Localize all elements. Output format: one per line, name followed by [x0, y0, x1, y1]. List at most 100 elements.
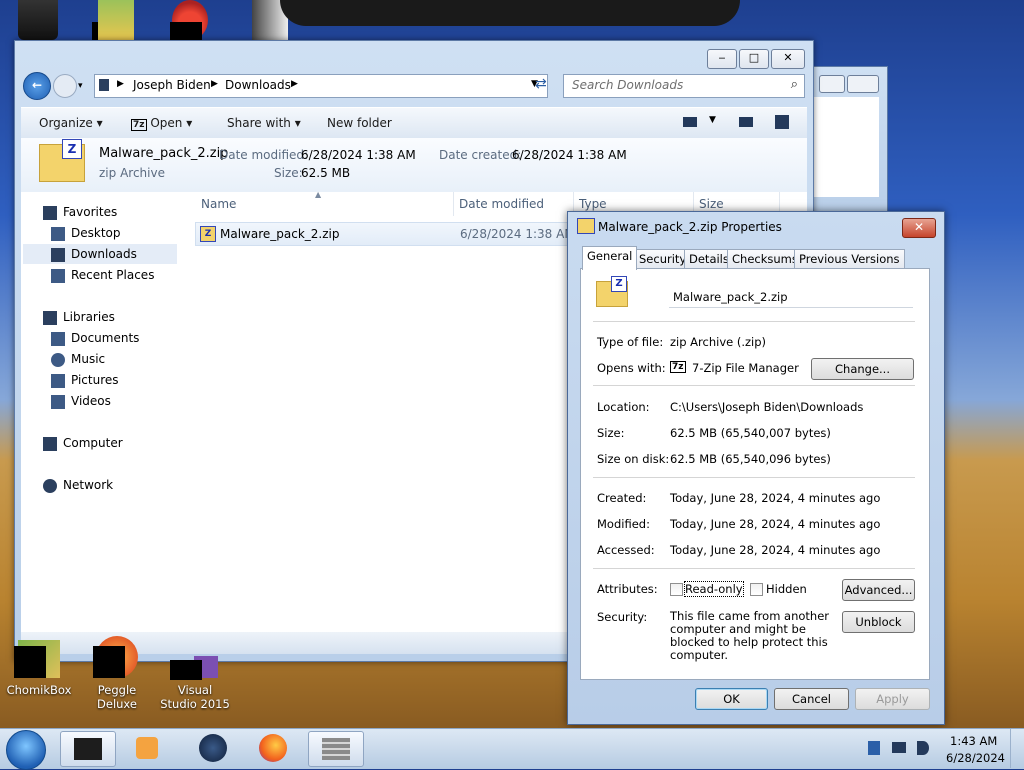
share-with-button[interactable]: Share with ▾: [227, 116, 301, 130]
redacted-icon: [170, 22, 202, 40]
search-icon[interactable]: ⌕: [791, 77, 798, 92]
desktop-icon: [51, 226, 65, 241]
details-file-type: zip Archive: [99, 166, 165, 180]
tray-monitor-icon[interactable]: [892, 742, 906, 753]
opens-with-value: 7-Zip File Manager: [692, 361, 799, 375]
window-title-glow: [280, 0, 740, 26]
recent-pages-icon[interactable]: ▾: [78, 81, 83, 91]
search-placeholder: Search Downloads: [572, 78, 684, 92]
archive-icon: [322, 738, 350, 760]
ok-button[interactable]: OK: [695, 688, 768, 710]
taskbar-firefox-button[interactable]: [246, 731, 300, 765]
cancel-button[interactable]: Cancel: [774, 688, 849, 710]
taskbar-explorer-button[interactable]: [60, 731, 116, 767]
taskbar-media-button[interactable]: [122, 731, 176, 765]
nav-computer[interactable]: Computer: [43, 433, 123, 453]
view-options-icon[interactable]: [683, 117, 697, 127]
readonly-checkbox[interactable]: [670, 583, 683, 596]
tray-volume-icon[interactable]: [917, 741, 929, 755]
nav-network[interactable]: Network: [43, 475, 113, 495]
minimize-button[interactable]: ‒: [707, 49, 737, 69]
refresh-icon[interactable]: ⇄: [535, 76, 547, 92]
taskbar-properties-button[interactable]: [308, 731, 364, 767]
hidden-checkbox[interactable]: [750, 583, 763, 596]
media-player-icon: [136, 737, 158, 759]
preview-pane-icon[interactable]: [739, 117, 753, 127]
breadcrumb-separator-icon[interactable]: ▶: [117, 79, 124, 89]
clock-date[interactable]: 6/28/2024: [946, 751, 1005, 765]
search-input[interactable]: Search Downloads ⌕: [563, 74, 805, 98]
breadcrumb-separator-icon[interactable]: ▶: [291, 79, 298, 89]
nav-desktop[interactable]: Desktop: [51, 223, 121, 243]
background-window-content: [813, 97, 879, 197]
organize-button[interactable]: Organize ▾: [39, 116, 103, 130]
details-size-label: Size:: [274, 166, 303, 180]
breadcrumb-joseph-biden[interactable]: Joseph Biden: [133, 78, 211, 92]
nav-videos[interactable]: Videos: [51, 391, 111, 411]
redacted-icon: [14, 646, 46, 678]
created-value: Today, June 28, 2024, 4 minutes ago: [670, 491, 881, 505]
zip-folder-icon: [577, 218, 595, 234]
details-pane: Z Malware_pack_2.zip zip Archive Date mo…: [21, 138, 807, 192]
type-value: zip Archive (.zip): [670, 335, 767, 349]
background-window[interactable]: [812, 66, 888, 218]
zip-folder-icon: Z: [39, 139, 85, 182]
show-desktop-button[interactable]: [1010, 729, 1024, 768]
view-dropdown-icon[interactable]: ▼: [709, 115, 716, 125]
accessed-label: Accessed:: [597, 543, 655, 557]
tab-previous-versions[interactable]: Previous Versions: [794, 249, 905, 269]
close-button[interactable]: ✕: [771, 49, 805, 69]
properties-dialog[interactable]: Malware_pack_2.zip Properties ✕ General …: [567, 211, 945, 725]
divider: [593, 385, 915, 386]
nav-pictures[interactable]: Pictures: [51, 370, 119, 390]
security-label: Security:: [597, 610, 648, 624]
file-date-modified: 6/28/2024 1:38 AM: [460, 227, 575, 241]
hidden-label[interactable]: Hidden: [766, 582, 807, 596]
forward-button[interactable]: [53, 74, 77, 98]
zip-file-icon: Z: [200, 226, 216, 242]
recycle-bin-icon[interactable]: [18, 0, 58, 40]
new-folder-button[interactable]: New folder: [327, 116, 392, 130]
start-button[interactable]: [6, 730, 46, 770]
address-bar[interactable]: ▶ Joseph Biden ▶ Downloads ▶ ▼: [94, 74, 548, 98]
nav-favorites[interactable]: Favorites: [43, 202, 117, 222]
back-button[interactable]: ←: [23, 72, 51, 100]
desktop-label-chomikbox[interactable]: ChomikBox: [2, 683, 76, 697]
tab-checksums[interactable]: Checksums: [727, 249, 803, 269]
tray-network-icon[interactable]: [868, 741, 880, 755]
filename-field[interactable]: Malware_pack_2.zip: [669, 287, 913, 308]
taskbar: 1:43 AM 6/28/2024: [0, 728, 1024, 770]
advanced-button[interactable]: Advanced...: [842, 579, 915, 601]
help-icon[interactable]: [775, 115, 789, 129]
desktop-label-peggle-deluxe[interactable]: Peggle Deluxe: [76, 683, 158, 711]
breadcrumb-downloads[interactable]: Downloads: [225, 78, 291, 92]
column-header-date-modified[interactable]: Date modified: [453, 192, 574, 216]
restore-icon[interactable]: [819, 75, 845, 93]
details-file-name: Malware_pack_2.zip: [99, 146, 229, 161]
nav-recent-places[interactable]: Recent Places: [51, 265, 154, 285]
desktop-label-visual-studio[interactable]: Visual Studio 2015: [158, 683, 232, 711]
star-icon: [43, 205, 57, 220]
close-icon[interactable]: [847, 75, 879, 93]
tab-security[interactable]: Security: [634, 249, 692, 269]
nav-documents[interactable]: Documents: [51, 328, 139, 348]
size-value: 62.5 MB (65,540,007 bytes): [670, 426, 831, 440]
clock-time[interactable]: 1:43 AM: [950, 734, 997, 748]
apply-button[interactable]: Apply: [855, 688, 930, 710]
unblock-button[interactable]: Unblock: [842, 611, 915, 633]
folder-icon[interactable]: [98, 0, 134, 40]
tab-general[interactable]: General: [582, 246, 638, 270]
open-button[interactable]: 7z Open ▾: [131, 116, 192, 131]
dialog-close-button[interactable]: ✕: [902, 218, 936, 238]
file-name: Malware_pack_2.zip: [220, 227, 340, 241]
breadcrumb-separator-icon[interactable]: ▶: [211, 79, 218, 89]
maximize-button[interactable]: □: [739, 49, 769, 69]
column-header-name[interactable]: Name: [195, 192, 454, 216]
details-date-created-label: Date created:: [439, 148, 522, 162]
taskbar-globe-button[interactable]: [186, 731, 240, 765]
nav-music[interactable]: Music: [51, 349, 105, 369]
readonly-label[interactable]: Read-only: [684, 581, 744, 597]
nav-downloads[interactable]: Downloads: [23, 244, 177, 264]
change-button[interactable]: Change...: [811, 358, 914, 380]
nav-libraries[interactable]: Libraries: [43, 307, 115, 327]
